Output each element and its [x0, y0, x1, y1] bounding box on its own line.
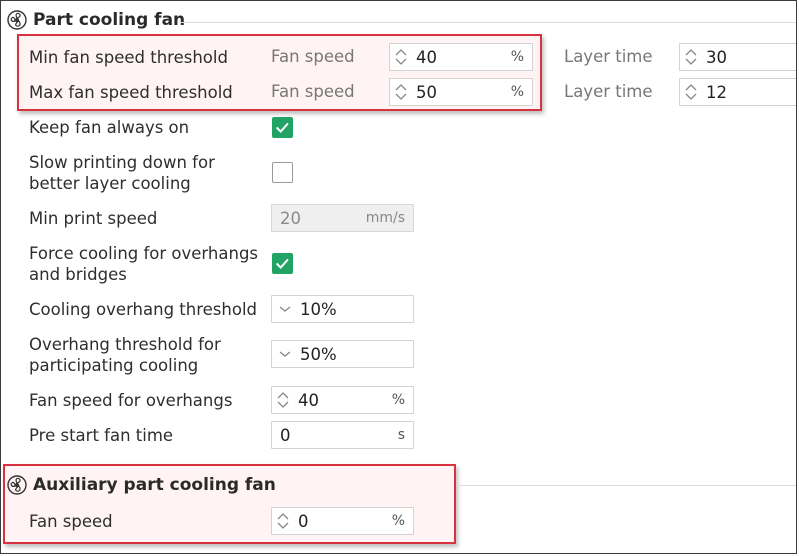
overhang-participating-select[interactable]: 50% — [271, 340, 414, 368]
fan-icon — [7, 475, 27, 495]
cooling-overhang-threshold-value: 10% — [300, 300, 337, 319]
fan-icon — [7, 10, 27, 30]
min-fan-speed-value: 40 — [416, 48, 437, 67]
min-layer-time-input[interactable]: 30 — [679, 43, 796, 71]
max-fan-speed-threshold-label: Max fan speed threshold — [29, 83, 233, 102]
section-divider — [181, 22, 796, 23]
min-print-speed-input[interactable]: 20 mm/s — [271, 204, 414, 232]
force-cooling-label-line2: and bridges — [29, 265, 127, 284]
pre-start-fan-time-value: 0 — [280, 426, 291, 445]
pre-start-fan-time-input[interactable]: 0 s — [271, 421, 414, 449]
force-cooling-checkbox[interactable] — [272, 253, 293, 274]
aux-fan-speed-label: Fan speed — [29, 512, 113, 531]
overhang-participating-label-line1: Overhang threshold for — [29, 335, 221, 354]
max-fan-speed-value: 50 — [416, 83, 437, 102]
min-print-speed-value: 20 — [280, 209, 301, 228]
cooling-overhang-threshold-select[interactable]: 10% — [271, 295, 414, 323]
chevron-down-icon[interactable] — [278, 347, 292, 361]
pre-start-fan-time-label: Pre start fan time — [29, 426, 174, 445]
min-print-speed-label: Min print speed — [29, 209, 158, 228]
spinner-arrows-icon[interactable] — [276, 390, 290, 410]
section-title-auxiliary-fan: Auxiliary part cooling fan — [33, 475, 276, 495]
spinner-arrows-icon[interactable] — [394, 47, 408, 67]
slow-printing-checkbox[interactable] — [272, 162, 293, 183]
spinner-arrows-icon[interactable] — [684, 47, 698, 67]
settings-panel: Part cooling fan Min fan speed threshold… — [0, 0, 797, 554]
max-layer-time-input[interactable]: 12 — [679, 78, 796, 106]
fan-speed-overhangs-unit: % — [391, 392, 405, 408]
max-fan-speed-label: Fan speed — [271, 82, 355, 101]
min-layer-time-label: Layer time — [564, 47, 653, 66]
max-layer-time-value: 12 — [706, 83, 727, 102]
aux-fan-speed-unit: % — [391, 513, 405, 529]
checkmark-icon — [275, 122, 289, 134]
keep-fan-always-on-checkbox[interactable] — [272, 117, 293, 138]
max-fan-speed-input[interactable]: 50 % — [389, 78, 533, 106]
spinner-arrows-icon[interactable] — [276, 511, 290, 531]
aux-fan-speed-input[interactable]: 0 % — [271, 507, 414, 535]
spinner-arrows-icon[interactable] — [684, 82, 698, 102]
fan-speed-overhangs-value: 40 — [298, 391, 319, 410]
aux-fan-speed-value: 0 — [298, 512, 309, 531]
checkmark-icon — [275, 258, 289, 270]
min-fan-speed-unit: % — [510, 49, 524, 65]
fan-speed-overhangs-label: Fan speed for overhangs — [29, 391, 233, 410]
spinner-arrows-icon[interactable] — [394, 82, 408, 102]
chevron-down-icon[interactable] — [278, 302, 292, 316]
overhang-participating-label-line2: participating cooling — [29, 356, 199, 375]
slow-printing-label-line1: Slow printing down for — [29, 153, 215, 172]
section-title-part-cooling-fan: Part cooling fan — [33, 10, 186, 30]
pre-start-fan-time-unit: s — [397, 427, 405, 443]
force-cooling-label-line1: Force cooling for overhangs — [29, 244, 259, 263]
max-layer-time-label: Layer time — [564, 82, 653, 101]
min-layer-time-value: 30 — [706, 48, 727, 67]
keep-fan-always-on-label: Keep fan always on — [29, 118, 190, 137]
min-print-speed-unit: mm/s — [365, 210, 405, 226]
section-divider — [456, 485, 796, 486]
min-fan-speed-label: Fan speed — [271, 47, 355, 66]
max-fan-speed-unit: % — [510, 84, 524, 100]
overhang-participating-value: 50% — [300, 345, 337, 364]
cooling-overhang-threshold-label: Cooling overhang threshold — [29, 300, 258, 319]
slow-printing-label-line2: better layer cooling — [29, 174, 191, 193]
min-fan-speed-threshold-label: Min fan speed threshold — [29, 48, 228, 67]
min-fan-speed-input[interactable]: 40 % — [389, 43, 533, 71]
fan-speed-overhangs-input[interactable]: 40 % — [271, 386, 414, 414]
